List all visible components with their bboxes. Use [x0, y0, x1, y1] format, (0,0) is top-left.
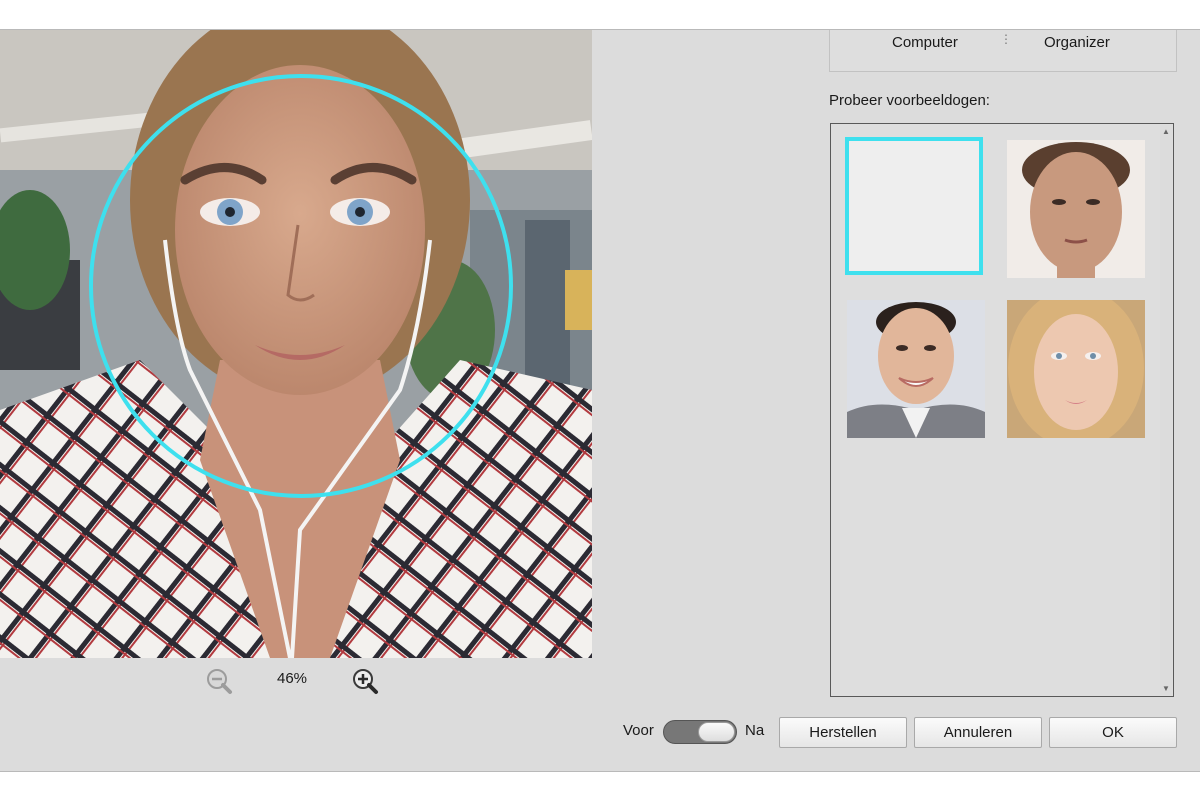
toggle-after-label: Na — [745, 722, 765, 739]
sample-face-woman-2[interactable] — [1007, 300, 1145, 438]
zoom-level: 46% — [276, 670, 308, 687]
scroll-down-arrow-icon[interactable]: ▼ — [1162, 684, 1170, 693]
cancel-button[interactable]: Annuleren — [914, 717, 1042, 748]
scroll-up-arrow-icon[interactable]: ▲ — [1162, 127, 1170, 136]
thumb-list-scrollbar[interactable]: ▲ ▼ — [1160, 125, 1172, 695]
hand-pointer-icon — [885, 178, 937, 234]
source-selector: Computer ⋮ Organizer — [829, 30, 1177, 72]
zoom-in-button[interactable] — [349, 665, 381, 697]
reset-button[interactable]: Herstellen — [779, 717, 907, 748]
sample-face-man-2[interactable] — [847, 300, 985, 438]
sample-faces-label: Probeer voorbeeldogen: — [829, 92, 990, 109]
sample-faces-list[interactable]: ▲ ▼ — [830, 123, 1174, 697]
zoom-out-button[interactable] — [203, 665, 235, 697]
zoom-out-icon — [207, 669, 232, 694]
zoom-in-icon — [353, 669, 378, 694]
sample-face-man-2-image — [847, 300, 985, 438]
tab-computer[interactable]: Computer — [892, 34, 958, 51]
tab-separator: ⋮ — [1000, 32, 1012, 46]
toggle-before-label: Voor — [623, 722, 654, 739]
sample-face-woman-1[interactable] — [845, 137, 983, 275]
tab-organizer[interactable]: Organizer — [1044, 34, 1110, 51]
portrait-photo — [0, 30, 592, 658]
sample-face-woman-2-image — [1007, 300, 1145, 438]
photo-preview[interactable] — [0, 30, 592, 658]
ok-button[interactable]: OK — [1049, 717, 1177, 748]
sample-face-man-1[interactable] — [1007, 140, 1145, 278]
sample-face-man-1-image — [1007, 140, 1145, 278]
before-after-toggle[interactable] — [663, 720, 737, 744]
sample-face-woman-1-image — [845, 137, 983, 275]
toggle-knob[interactable] — [698, 722, 735, 742]
